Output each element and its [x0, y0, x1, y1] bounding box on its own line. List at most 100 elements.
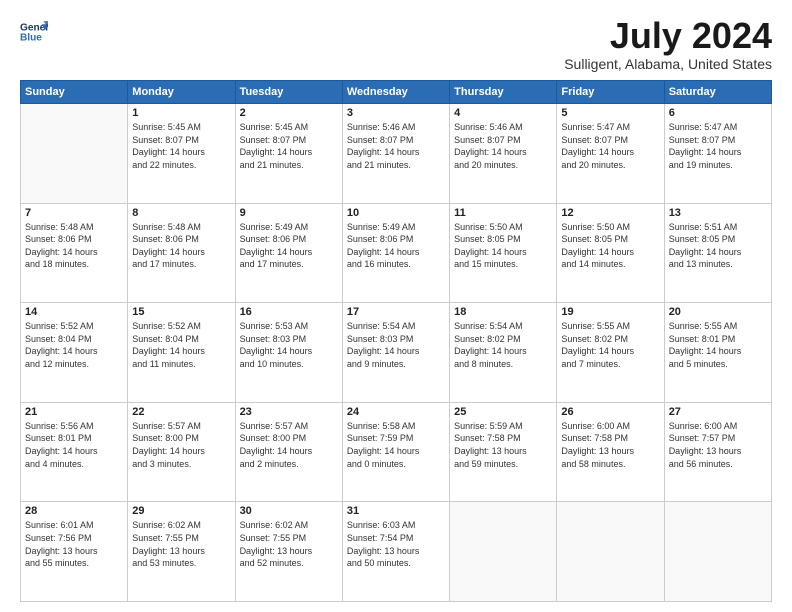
day-number: 17: [347, 306, 445, 318]
day-info: Sunrise: 5:49 AM Sunset: 8:06 PM Dayligh…: [240, 221, 338, 271]
calendar-cell: 10Sunrise: 5:49 AM Sunset: 8:06 PM Dayli…: [342, 203, 449, 303]
day-info: Sunrise: 5:58 AM Sunset: 7:59 PM Dayligh…: [347, 420, 445, 470]
day-number: 23: [240, 406, 338, 418]
day-info: Sunrise: 6:03 AM Sunset: 7:54 PM Dayligh…: [347, 519, 445, 569]
day-info: Sunrise: 5:47 AM Sunset: 8:07 PM Dayligh…: [561, 121, 659, 171]
calendar-header-sunday: Sunday: [21, 81, 128, 104]
calendar-header-saturday: Saturday: [664, 81, 771, 104]
day-info: Sunrise: 5:54 AM Sunset: 8:02 PM Dayligh…: [454, 320, 552, 370]
calendar-week-row: 1 Sunrise: 5:45 AM Sunset: 8:07 PM Daylig…: [21, 104, 772, 204]
calendar-cell: 23 Sunrise: 5:57 AM Sunset: 8:00 PM Dayli…: [235, 402, 342, 502]
day-number: 19: [561, 306, 659, 318]
day-info: Sunrise: 5:50 AM Sunset: 8:05 PM Dayligh…: [561, 221, 659, 271]
calendar-cell: [21, 104, 128, 204]
calendar-cell: 15Sunrise: 5:52 AM Sunset: 8:04 PM Dayli…: [128, 303, 235, 403]
day-number: 2: [240, 107, 338, 119]
day-info: Sunrise: 5:53 AM Sunset: 8:03 PM Dayligh…: [240, 320, 338, 370]
calendar-cell: 12 Sunrise: 5:50 AM Sunset: 8:05 PM Dayli…: [557, 203, 664, 303]
calendar-cell: 28 Sunrise: 6:01 AM Sunset: 7:56 PM Dayli…: [21, 502, 128, 602]
day-number: 6: [669, 107, 767, 119]
day-number: 29: [132, 505, 230, 517]
calendar-cell: 11 Sunrise: 5:50 AM Sunset: 8:05 PM Dayli…: [450, 203, 557, 303]
month-title: July 2024: [564, 18, 772, 54]
day-number: 25: [454, 406, 552, 418]
calendar-cell: 16 Sunrise: 5:53 AM Sunset: 8:03 PM Dayli…: [235, 303, 342, 403]
day-info: Sunrise: 5:45 AM Sunset: 8:07 PM Dayligh…: [240, 121, 338, 171]
day-number: 13: [669, 207, 767, 219]
calendar-header-thursday: Thursday: [450, 81, 557, 104]
calendar-cell: 1 Sunrise: 5:45 AM Sunset: 8:07 PM Daylig…: [128, 104, 235, 204]
calendar-cell: 24 Sunrise: 5:58 AM Sunset: 7:59 PM Dayli…: [342, 402, 449, 502]
calendar-cell: 17 Sunrise: 5:54 AM Sunset: 8:03 PM Dayli…: [342, 303, 449, 403]
day-number: 5: [561, 107, 659, 119]
day-info: Sunrise: 6:00 AM Sunset: 7:57 PM Dayligh…: [669, 420, 767, 470]
day-info: Sunrise: 5:56 AM Sunset: 8:01 PM Dayligh…: [25, 420, 123, 470]
day-info: Sunrise: 5:57 AM Sunset: 8:00 PM Dayligh…: [240, 420, 338, 470]
calendar-header-monday: Monday: [128, 81, 235, 104]
day-info: Sunrise: 5:50 AM Sunset: 8:05 PM Dayligh…: [454, 221, 552, 271]
day-number: 28: [25, 505, 123, 517]
calendar-cell: 29 Sunrise: 6:02 AM Sunset: 7:55 PM Dayli…: [128, 502, 235, 602]
day-info: Sunrise: 6:01 AM Sunset: 7:56 PM Dayligh…: [25, 519, 123, 569]
calendar-week-row: 21Sunrise: 5:56 AM Sunset: 8:01 PM Dayli…: [21, 402, 772, 502]
day-number: 1: [132, 107, 230, 119]
calendar-cell: 7 Sunrise: 5:48 AM Sunset: 8:06 PM Daylig…: [21, 203, 128, 303]
day-info: Sunrise: 5:45 AM Sunset: 8:07 PM Dayligh…: [132, 121, 230, 171]
svg-text:Blue: Blue: [20, 33, 42, 44]
calendar-cell: 2 Sunrise: 5:45 AM Sunset: 8:07 PM Daylig…: [235, 104, 342, 204]
day-number: 11: [454, 207, 552, 219]
calendar-cell: 20 Sunrise: 5:55 AM Sunset: 8:01 PM Dayli…: [664, 303, 771, 403]
title-block: July 2024 Sulligent, Alabama, United Sta…: [564, 18, 772, 72]
day-info: Sunrise: 6:02 AM Sunset: 7:55 PM Dayligh…: [132, 519, 230, 569]
day-number: 9: [240, 207, 338, 219]
day-number: 20: [669, 306, 767, 318]
calendar-cell: 6 Sunrise: 5:47 AM Sunset: 8:07 PM Daylig…: [664, 104, 771, 204]
day-info: Sunrise: 5:48 AM Sunset: 8:06 PM Dayligh…: [25, 221, 123, 271]
day-info: Sunrise: 5:46 AM Sunset: 8:07 PM Dayligh…: [347, 121, 445, 171]
location: Sulligent, Alabama, United States: [564, 56, 772, 72]
logo-icon: General Blue: [20, 18, 48, 46]
calendar-cell: 3 Sunrise: 5:46 AM Sunset: 8:07 PM Daylig…: [342, 104, 449, 204]
day-number: 7: [25, 207, 123, 219]
day-info: Sunrise: 5:55 AM Sunset: 8:01 PM Dayligh…: [669, 320, 767, 370]
day-info: Sunrise: 5:47 AM Sunset: 8:07 PM Dayligh…: [669, 121, 767, 171]
calendar-cell: 31 Sunrise: 6:03 AM Sunset: 7:54 PM Dayli…: [342, 502, 449, 602]
page: General Blue July 2024 Sulligent, Alabam…: [0, 0, 792, 612]
calendar-cell: 18 Sunrise: 5:54 AM Sunset: 8:02 PM Dayli…: [450, 303, 557, 403]
day-number: 12: [561, 207, 659, 219]
day-info: Sunrise: 5:57 AM Sunset: 8:00 PM Dayligh…: [132, 420, 230, 470]
calendar-cell: 22 Sunrise: 5:57 AM Sunset: 8:00 PM Dayli…: [128, 402, 235, 502]
calendar-week-row: 28 Sunrise: 6:01 AM Sunset: 7:56 PM Dayli…: [21, 502, 772, 602]
calendar-cell: 4Sunrise: 5:46 AM Sunset: 8:07 PM Daylig…: [450, 104, 557, 204]
calendar-cell: 8 Sunrise: 5:48 AM Sunset: 8:06 PM Daylig…: [128, 203, 235, 303]
day-number: 4: [454, 107, 552, 119]
calendar-cell: 26Sunrise: 6:00 AM Sunset: 7:58 PM Dayli…: [557, 402, 664, 502]
calendar: SundayMondayTuesdayWednesdayThursdayFrid…: [20, 80, 772, 602]
calendar-cell: [664, 502, 771, 602]
day-info: Sunrise: 5:59 AM Sunset: 7:58 PM Dayligh…: [454, 420, 552, 470]
day-number: 24: [347, 406, 445, 418]
day-number: 10: [347, 207, 445, 219]
day-number: 27: [669, 406, 767, 418]
calendar-header-tuesday: Tuesday: [235, 81, 342, 104]
calendar-cell: 5 Sunrise: 5:47 AM Sunset: 8:07 PM Daylig…: [557, 104, 664, 204]
day-number: 8: [132, 207, 230, 219]
calendar-cell: 25 Sunrise: 5:59 AM Sunset: 7:58 PM Dayli…: [450, 402, 557, 502]
header: General Blue July 2024 Sulligent, Alabam…: [20, 18, 772, 72]
day-number: 3: [347, 107, 445, 119]
day-number: 26: [561, 406, 659, 418]
day-number: 18: [454, 306, 552, 318]
calendar-header-row: SundayMondayTuesdayWednesdayThursdayFrid…: [21, 81, 772, 104]
calendar-cell: [450, 502, 557, 602]
day-number: 16: [240, 306, 338, 318]
calendar-cell: 9 Sunrise: 5:49 AM Sunset: 8:06 PM Daylig…: [235, 203, 342, 303]
day-number: 15: [132, 306, 230, 318]
day-info: Sunrise: 5:48 AM Sunset: 8:06 PM Dayligh…: [132, 221, 230, 271]
day-info: Sunrise: 5:54 AM Sunset: 8:03 PM Dayligh…: [347, 320, 445, 370]
day-number: 14: [25, 306, 123, 318]
day-number: 31: [347, 505, 445, 517]
day-number: 22: [132, 406, 230, 418]
calendar-cell: 14 Sunrise: 5:52 AM Sunset: 8:04 PM Dayli…: [21, 303, 128, 403]
calendar-cell: 30Sunrise: 6:02 AM Sunset: 7:55 PM Dayli…: [235, 502, 342, 602]
day-info: Sunrise: 5:52 AM Sunset: 8:04 PM Dayligh…: [25, 320, 123, 370]
